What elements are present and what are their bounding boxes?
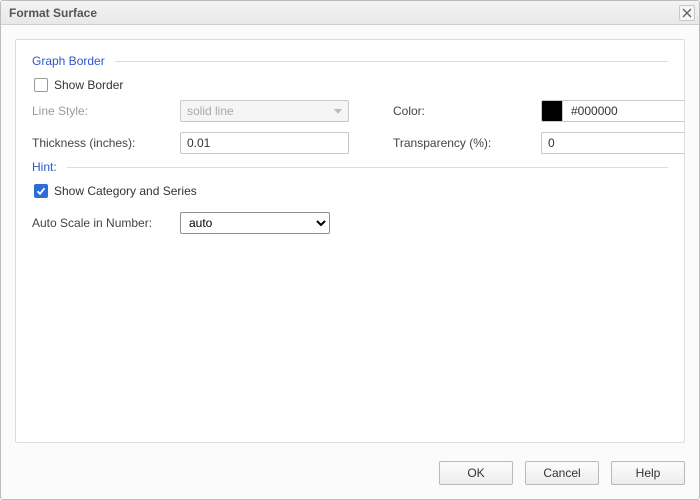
line-style-field: Line Style: solid line	[32, 100, 357, 122]
chevron-down-icon	[334, 109, 342, 114]
auto-scale-select[interactable]: auto	[180, 212, 330, 234]
section-rule	[67, 167, 668, 168]
close-icon	[682, 8, 692, 18]
show-border-row: Show Border	[32, 76, 668, 100]
show-category-series-checkbox[interactable]	[34, 184, 48, 198]
section-label-hint: Hint:	[32, 160, 57, 174]
cancel-button[interactable]: Cancel	[525, 461, 599, 485]
dialog-title: Format Surface	[9, 6, 679, 20]
dialog-titlebar: Format Surface	[1, 1, 699, 25]
close-button[interactable]	[679, 5, 695, 21]
section-label-graph-border: Graph Border	[32, 54, 105, 68]
auto-scale-label: Auto Scale in Number:	[32, 216, 172, 230]
section-rule	[115, 61, 668, 62]
color-value-field[interactable]: #000000	[563, 100, 685, 122]
format-surface-dialog: Format Surface Graph Border Show Border	[0, 0, 700, 500]
color-field: Color: #000000 fx	[393, 100, 685, 122]
thickness-input[interactable]	[180, 132, 349, 154]
section-header-hint: Hint:	[32, 160, 668, 174]
line-style-select: solid line	[180, 100, 349, 122]
thickness-label: Thickness (inches):	[32, 136, 172, 150]
color-value: #000000	[571, 104, 618, 118]
show-border-label: Show Border	[54, 78, 123, 92]
transparency-label: Transparency (%):	[393, 136, 533, 150]
dialog-body: Graph Border Show Border Line Style: sol…	[1, 25, 699, 451]
show-category-series-label: Show Category and Series	[54, 184, 197, 198]
auto-scale-field: Auto Scale in Number: auto	[32, 212, 668, 234]
line-style-value: solid line	[187, 104, 234, 118]
content-panel: Graph Border Show Border Line Style: sol…	[15, 39, 685, 443]
color-swatch[interactable]	[541, 100, 563, 122]
section-header-graph-border: Graph Border	[32, 54, 668, 68]
line-style-label: Line Style:	[32, 104, 172, 118]
color-input-wrap: #000000	[541, 100, 685, 122]
thickness-field: Thickness (inches):	[32, 132, 357, 154]
ok-button[interactable]: OK	[439, 461, 513, 485]
check-icon	[36, 186, 46, 196]
transparency-input[interactable]	[541, 132, 685, 154]
show-border-checkbox[interactable]	[34, 78, 48, 92]
graph-border-options: Line Style: solid line Color: #000000	[32, 100, 668, 154]
color-label: Color:	[393, 104, 533, 118]
show-category-series-row: Show Category and Series	[32, 182, 668, 206]
dialog-footer: OK Cancel Help	[1, 451, 699, 499]
transparency-field: Transparency (%): fx	[393, 132, 685, 154]
help-button[interactable]: Help	[611, 461, 685, 485]
